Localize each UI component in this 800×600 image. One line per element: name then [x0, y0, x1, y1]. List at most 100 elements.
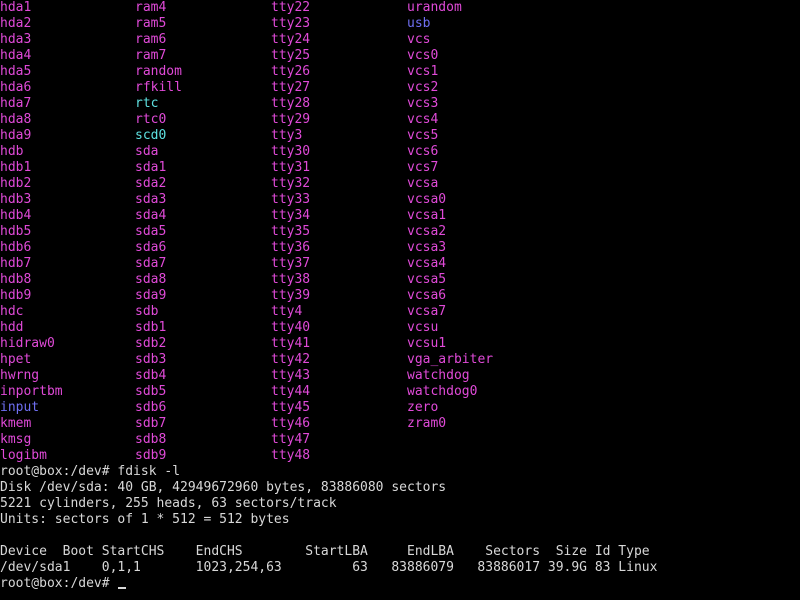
dev-entry: tty41 — [271, 336, 311, 351]
dev-entry: zram0 — [407, 416, 447, 431]
dev-entry: tty47 — [271, 432, 311, 447]
dev-entry: tty44 — [271, 384, 311, 399]
dev-entry: tty30 — [271, 144, 311, 159]
listing-column-3: tty22 tty23 tty24 tty25 tty26 tty27 tty28 tty29… — [271, 0, 407, 464]
dev-entry: tty48 — [271, 448, 311, 463]
dev-entry: sda3 — [135, 192, 167, 207]
dev-entry: vcsa7 — [407, 304, 447, 319]
dev-entry: tty34 — [271, 208, 311, 223]
dev-entry: rtc — [135, 96, 159, 111]
dev-entry: tty45 — [271, 400, 311, 415]
dev-entry: vcs7 — [407, 160, 439, 175]
dev-entry: tty38 — [271, 272, 311, 287]
dev-entry: tty33 — [271, 192, 311, 207]
dev-entry: vcsa3 — [407, 240, 447, 255]
dev-entry: tty22 — [271, 0, 311, 15]
dev-entry: input — [0, 400, 40, 415]
dev-entry: tty23 — [271, 16, 311, 31]
dev-entry: random — [135, 64, 182, 79]
dev-entry: hdb3 — [0, 192, 32, 207]
dev-entry: sda2 — [135, 176, 167, 191]
dev-entry: hdb5 — [0, 224, 32, 239]
dev-entry: hdb2 — [0, 176, 32, 191]
dev-entry: vga_arbiter — [407, 352, 494, 367]
dev-entry: tty36 — [271, 240, 311, 255]
dev-entry: hdb1 — [0, 160, 32, 175]
dev-entry: tty42 — [271, 352, 311, 367]
dev-entry: sdb9 — [135, 448, 167, 463]
dev-entry: hdb6 — [0, 240, 32, 255]
output-line: Units: sectors of 1 * 512 = 512 bytes — [0, 512, 290, 527]
listing-column-2: ram4 ram5 ram6 ram7 random rfkill rtc rtc0 scd0 s… — [135, 0, 271, 464]
dev-entry: vcs5 — [407, 128, 439, 143]
dev-entry: tty46 — [271, 416, 311, 431]
dev-entry: rfkill — [135, 80, 182, 95]
dev-entry: sda8 — [135, 272, 167, 287]
dev-entry: sdb6 — [135, 400, 167, 415]
dev-entry: sdb — [135, 304, 159, 319]
dev-entry: zero — [407, 400, 439, 415]
dev-entry: ram4 — [135, 0, 167, 15]
dev-entry: vcs — [407, 32, 431, 47]
dev-entry: vcsa5 — [407, 272, 447, 287]
dev-entry: sdb2 — [135, 336, 167, 351]
dev-entry: tty43 — [271, 368, 311, 383]
dev-entry: tty40 — [271, 320, 311, 335]
dev-entry: tty29 — [271, 112, 311, 127]
dev-entry: hwrng — [0, 368, 40, 383]
dev-entry: vcs3 — [407, 96, 439, 111]
dev-entry: vcs2 — [407, 80, 439, 95]
dev-entry: vcs0 — [407, 48, 439, 63]
dev-entry: sdb5 — [135, 384, 167, 399]
dev-entry: sda4 — [135, 208, 167, 223]
command-output: root@box:/dev# fdisk -l Disk /dev/sda: 4… — [0, 464, 800, 592]
dev-entry: vcs4 — [407, 112, 439, 127]
dev-entry: tty37 — [271, 256, 311, 271]
final-prompt: root@box:/dev# — [0, 576, 118, 591]
dev-entry: hda1 — [0, 0, 32, 15]
dev-entry: hdb — [0, 144, 24, 159]
dev-entry: ram6 — [135, 32, 167, 47]
dev-entry: vcsu — [407, 320, 439, 335]
terminal-screen[interactable]: hda1 hda2 hda3 hda4 hda5 hda6 hda7 hda8 hda9 hdb h… — [0, 0, 800, 600]
dev-entry: hda9 — [0, 128, 32, 143]
dev-entry: vcsa0 — [407, 192, 447, 207]
dev-entry: tty28 — [271, 96, 311, 111]
dev-entry: ram5 — [135, 16, 167, 31]
dev-entry: watchdog0 — [407, 384, 478, 399]
dev-entry: sdb4 — [135, 368, 167, 383]
dev-entry: ram7 — [135, 48, 167, 63]
dev-entry: sda — [135, 144, 159, 159]
dev-entry: hdb4 — [0, 208, 32, 223]
dev-entry: vcsa6 — [407, 288, 447, 303]
dev-entry: tty27 — [271, 80, 311, 95]
dev-entry: hdb9 — [0, 288, 32, 303]
dev-entry: sdb1 — [135, 320, 167, 335]
output-line: 5221 cylinders, 255 heads, 63 sectors/tr… — [0, 496, 337, 511]
dev-entry: sda9 — [135, 288, 167, 303]
dev-entry: tty32 — [271, 176, 311, 191]
partition-row: /dev/sda1 0,1,1 1023,254,63 63 83886079 … — [0, 560, 658, 575]
dev-entry: hda7 — [0, 96, 32, 111]
dev-entry: hidraw0 — [0, 336, 55, 351]
dev-entry: hda5 — [0, 64, 32, 79]
prompt: root@box:/dev# — [0, 464, 118, 479]
dev-entry: hda6 — [0, 80, 32, 95]
input-line[interactable]: root@box:/dev# — [0, 576, 800, 592]
dev-entry: urandom — [407, 0, 462, 15]
text-cursor — [118, 587, 127, 589]
dev-entry: hdb7 — [0, 256, 32, 271]
dev-entry: tty35 — [271, 224, 311, 239]
dev-entry: kmsg — [0, 432, 32, 447]
dev-entry: sda7 — [135, 256, 167, 271]
dev-entry: vcs6 — [407, 144, 439, 159]
dev-entry: sda1 — [135, 160, 167, 175]
dev-entry: inportbm — [0, 384, 63, 399]
dev-entry: watchdog — [407, 368, 470, 383]
listing-column-1: hda1 hda2 hda3 hda4 hda5 hda6 hda7 hda8 hda9 hdb h… — [0, 0, 136, 464]
dev-entry: hpet — [0, 352, 32, 367]
dev-entry: vcsa1 — [407, 208, 447, 223]
dev-entry: vcs1 — [407, 64, 439, 79]
dev-entry: sda5 — [135, 224, 167, 239]
